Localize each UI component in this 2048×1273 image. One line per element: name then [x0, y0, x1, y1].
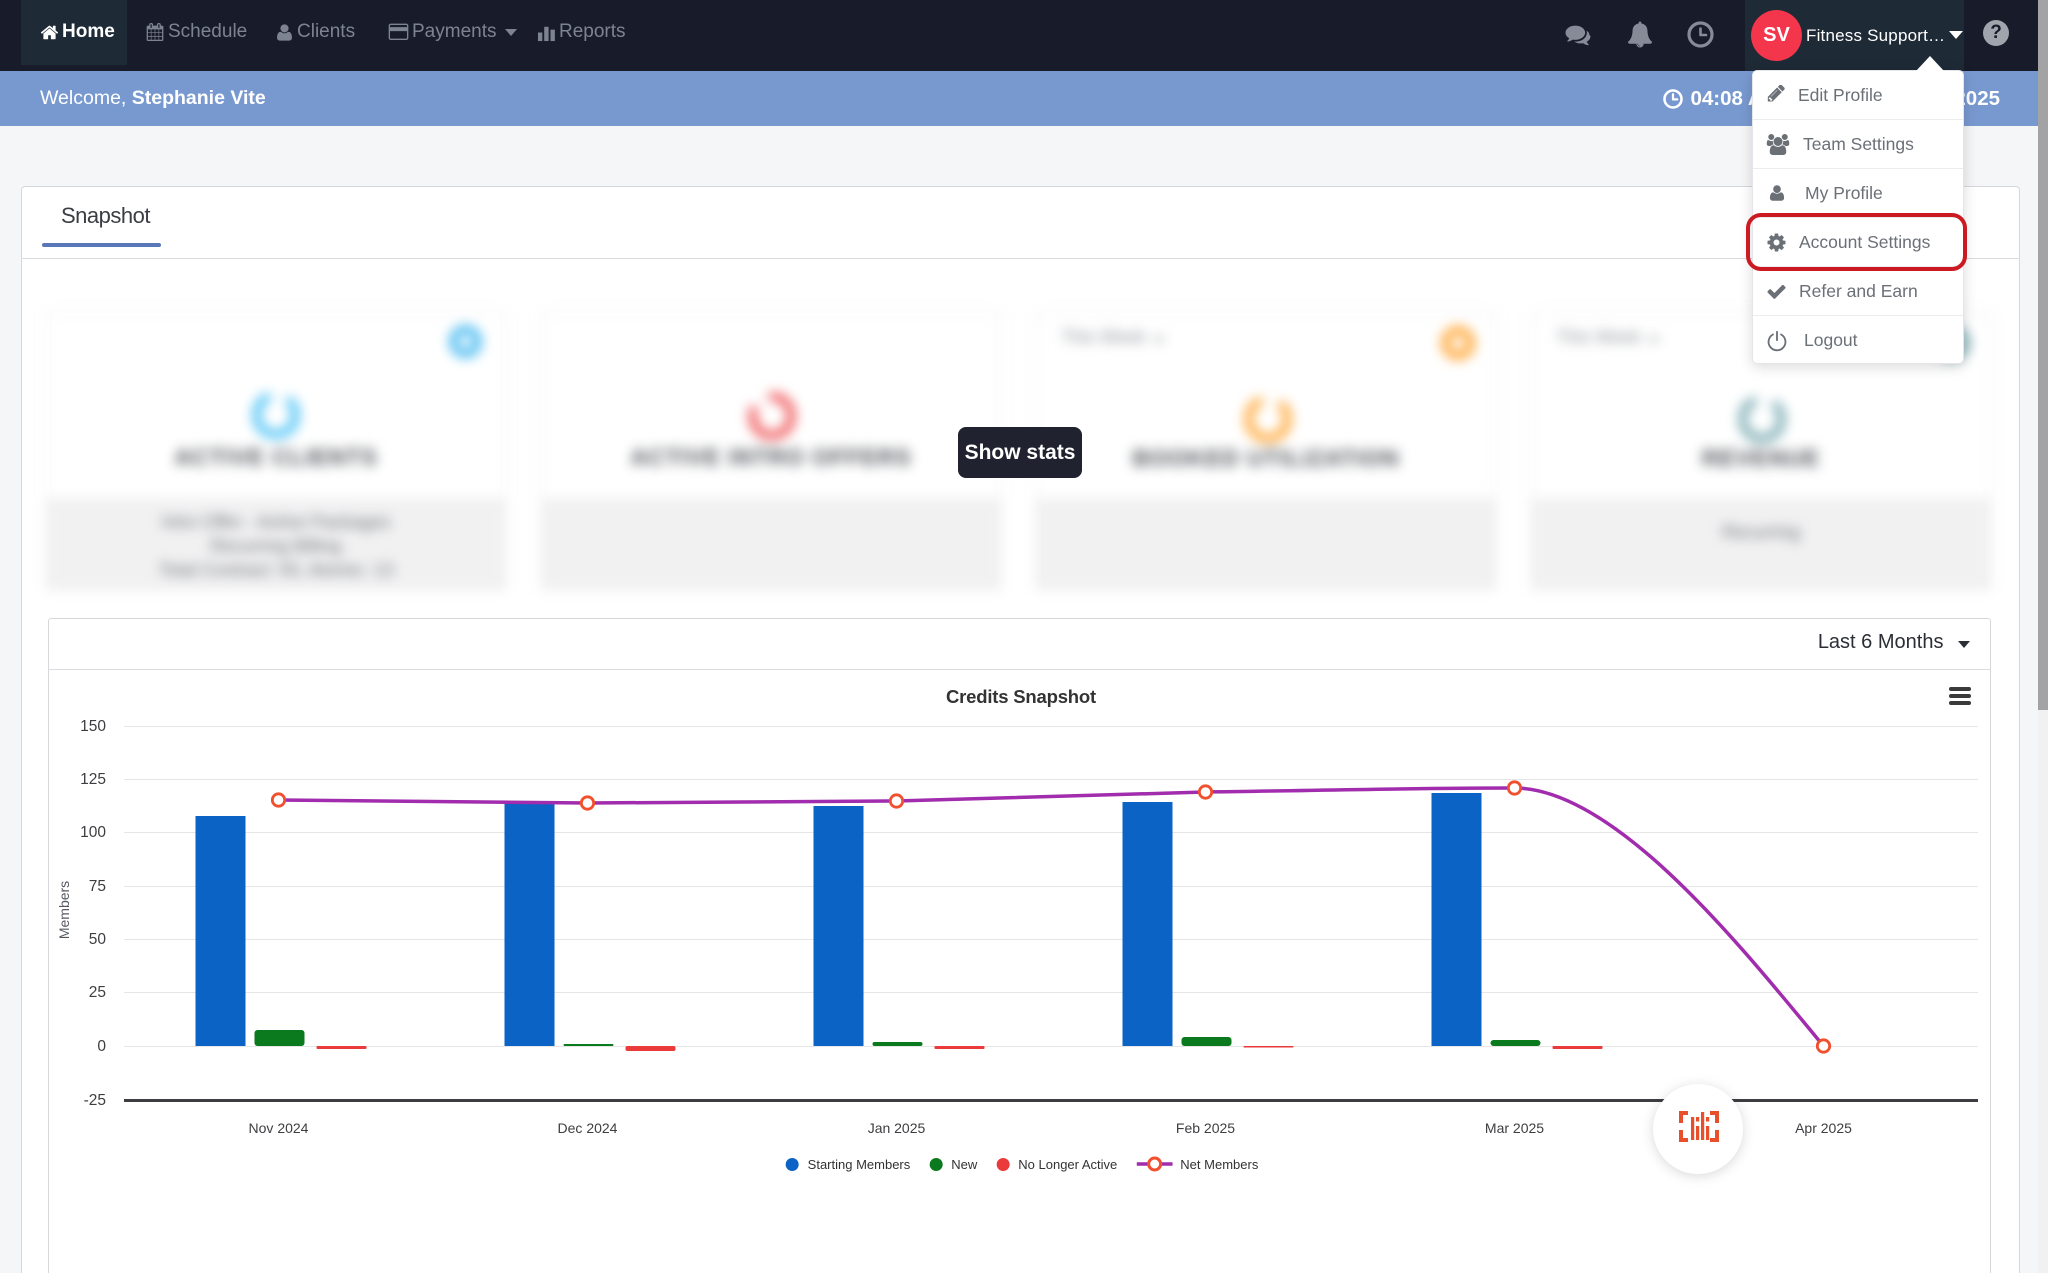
svg-text:Mar 2025: Mar 2025 [1485, 1120, 1544, 1136]
svg-text:-25: -25 [84, 1092, 106, 1109]
svg-text:100: 100 [80, 824, 106, 841]
svg-text:50: 50 [89, 931, 107, 948]
svg-text:Jan 2025: Jan 2025 [868, 1120, 926, 1136]
svg-text:Apr 2025: Apr 2025 [1795, 1120, 1852, 1136]
svg-text:0: 0 [97, 1038, 106, 1055]
svg-text:75: 75 [89, 878, 106, 895]
svg-text:Nov 2024: Nov 2024 [249, 1120, 309, 1136]
svg-text:Feb 2025: Feb 2025 [1176, 1120, 1235, 1136]
svg-text:Members: Members [56, 881, 72, 939]
svg-text:150: 150 [80, 718, 106, 735]
svg-text:Dec 2024: Dec 2024 [558, 1120, 618, 1136]
svg-text:25: 25 [89, 984, 106, 1001]
svg-text:125: 125 [80, 771, 106, 788]
